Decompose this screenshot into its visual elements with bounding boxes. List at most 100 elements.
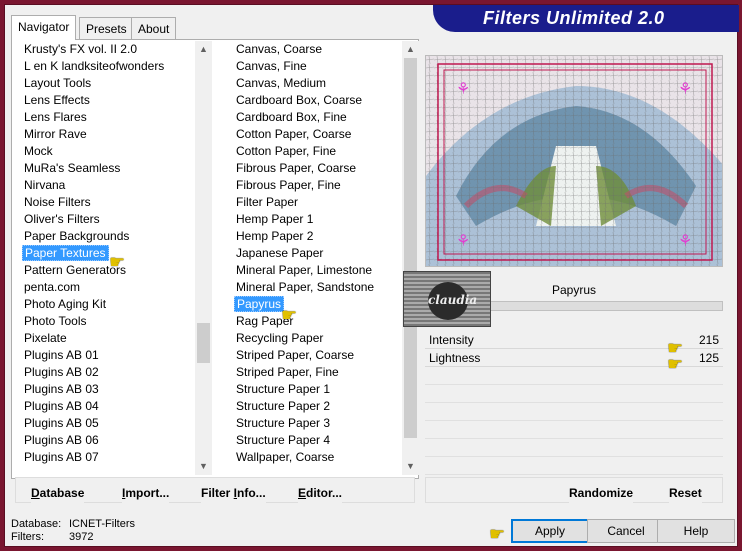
category-list-item[interactable]: Plugins AB 03 — [14, 381, 212, 398]
svg-text:⚘: ⚘ — [456, 233, 470, 250]
help-button[interactable]: Help — [657, 519, 735, 543]
filter-list-item[interactable]: Recycling Paper — [226, 330, 402, 347]
filter-list-item-label: Cotton Paper, Fine — [236, 144, 337, 158]
tab-presets[interactable]: Presets — [79, 17, 134, 39]
category-list-item-label: Paper Textures — [22, 245, 109, 261]
category-list-item[interactable]: penta.com — [14, 279, 212, 296]
category-list-item-label: Layout Tools — [24, 76, 92, 90]
database-value: ICNET-Filters — [69, 518, 135, 530]
filter-list-item[interactable]: Rag Paper — [226, 313, 402, 330]
filter-list-item[interactable]: Japanese Paper — [226, 245, 402, 262]
filter-list-item[interactable]: Striped Paper, Coarse — [226, 347, 402, 364]
filter-list-item[interactable]: Structure Paper 3 — [226, 415, 402, 432]
editor-button[interactable]: Editor... — [298, 483, 343, 503]
pointing-hand-icon: ☛ — [667, 354, 684, 374]
category-list-item[interactable]: Layout Tools — [14, 75, 212, 92]
claudia-logo: claudia — [428, 282, 477, 320]
import-button[interactable]: Import... — [122, 483, 170, 503]
filter-list-item[interactable]: Fibrous Paper, Coarse — [226, 160, 402, 177]
category-list-item[interactable]: Plugins AB 01 — [14, 347, 212, 364]
filter-scroll-thumb[interactable] — [404, 58, 417, 438]
scroll-up-arrow-icon[interactable]: ▲ — [402, 41, 419, 58]
filter-list[interactable]: Canvas, Coarse Canvas, Fine Canvas, Medium… — [226, 41, 402, 475]
category-list-item[interactable]: Mock — [14, 143, 212, 160]
filter-list-item[interactable]: Canvas, Fine — [226, 58, 402, 75]
filter-list-item-label: Structure Paper 1 — [236, 382, 331, 396]
tab-about[interactable]: About — [131, 17, 177, 39]
category-list-item[interactable]: Plugins AB 07 — [14, 449, 212, 466]
param-label: Intensity — [429, 333, 474, 347]
filter-info-button[interactable]: Filter Info... — [201, 483, 266, 503]
scroll-down-arrow-icon[interactable]: ▼ — [195, 458, 212, 475]
database-button[interactable]: Database — [31, 483, 85, 503]
svg-text:⚘: ⚘ — [456, 81, 470, 98]
filter-list-item-label: Cardboard Box, Coarse — [236, 93, 363, 107]
category-list-item-label: penta.com — [24, 280, 81, 294]
randomize-button[interactable]: Randomize — [569, 483, 634, 503]
filter-list-item[interactable]: Structure Paper 4 — [226, 432, 402, 449]
pointing-hand-icon: ☛ — [489, 524, 506, 544]
cancel-button[interactable]: Cancel — [587, 519, 665, 543]
tab-navigator[interactable]: Navigator — [11, 15, 77, 40]
filter-list-item[interactable]: Cotton Paper, Fine — [226, 143, 402, 160]
filter-list-item[interactable]: Canvas, Medium — [226, 75, 402, 92]
filter-list-item[interactable]: Cardboard Box, Fine — [226, 109, 402, 126]
filter-list-item-label: Mineral Paper, Sandstone — [236, 280, 375, 294]
filter-list-item-label: Papyrus — [234, 296, 285, 312]
category-list-item[interactable]: Plugins AB 04 — [14, 398, 212, 415]
category-list-item[interactable]: MuRa's Seamless — [14, 160, 212, 177]
filters-count-label: Filters: — [11, 531, 44, 543]
category-list-item-label: Plugins AB 07 — [24, 450, 99, 464]
apply-button[interactable]: Apply — [511, 519, 589, 543]
category-list-item-label: Mirror Rave — [24, 127, 87, 141]
category-list-item[interactable]: Photo Tools — [14, 313, 212, 330]
category-list-item[interactable]: Mirror Rave — [14, 126, 212, 143]
filter-list-item[interactable]: Structure Paper 2 — [226, 398, 402, 415]
filter-list-item-label: Fibrous Paper, Coarse — [236, 161, 357, 175]
filter-list-item[interactable]: Canvas, Coarse — [226, 41, 402, 58]
filter-list-item[interactable]: Structure Paper 1 — [226, 381, 402, 398]
category-list-item-label: Mock — [24, 144, 53, 158]
filter-list-item[interactable]: Hemp Paper 2 — [226, 228, 402, 245]
category-scrollbar[interactable]: ▲ ▼ — [195, 41, 212, 475]
filter-list-item-label: Structure Paper 4 — [236, 433, 331, 447]
filter-list-item[interactable]: Striped Paper, Fine — [226, 364, 402, 381]
filter-list-item-label: Structure Paper 2 — [236, 399, 331, 413]
filter-list-item[interactable]: Cardboard Box, Coarse — [226, 92, 402, 109]
filter-scrollbar[interactable]: ▲ ▼ — [402, 41, 419, 475]
filter-list-item[interactable]: Fibrous Paper, Fine — [226, 177, 402, 194]
category-list-item[interactable]: Krusty's FX vol. II 2.0 — [14, 41, 212, 58]
filter-list-item[interactable]: Cotton Paper, Coarse — [226, 126, 402, 143]
filter-list-item-label: Fibrous Paper, Fine — [236, 178, 341, 192]
filter-list-item[interactable]: Mineral Paper, Limestone — [226, 262, 402, 279]
category-list-item-label: Plugins AB 01 — [24, 348, 99, 362]
category-list-item[interactable]: Pixelate — [14, 330, 212, 347]
category-list-item[interactable]: Lens Effects — [14, 92, 212, 109]
filter-list-item[interactable]: Mineral Paper, Sandstone — [226, 279, 402, 296]
category-list-item[interactable]: Lens Flares — [14, 109, 212, 126]
scroll-down-arrow-icon[interactable]: ▼ — [402, 458, 419, 475]
editor-button-accel: E — [298, 486, 307, 500]
category-list-item-label: Nirvana — [24, 178, 66, 192]
category-scroll-thumb[interactable] — [197, 323, 210, 363]
reset-button[interactable]: Reset — [669, 483, 702, 503]
param-label: Lightness — [429, 351, 481, 365]
filter-list-item[interactable]: Filter Paper — [226, 194, 402, 211]
category-list-item[interactable]: Plugins AB 06 — [14, 432, 212, 449]
scroll-up-arrow-icon[interactable]: ▲ — [195, 41, 212, 58]
category-list-item-label: Plugins AB 05 — [24, 416, 99, 430]
category-list-item-label: Krusty's FX vol. II 2.0 — [24, 42, 137, 56]
filter-list-item[interactable]: Hemp Paper 1 — [226, 211, 402, 228]
category-list-item[interactable]: Oliver's Filters — [14, 211, 212, 228]
category-list-item[interactable]: Plugins AB 05 — [14, 415, 212, 432]
category-list-item-label: Plugins AB 03 — [24, 382, 99, 396]
category-list-item[interactable]: Photo Aging Kit — [14, 296, 212, 313]
category-list-item[interactable]: Noise Filters — [14, 194, 212, 211]
category-list-item[interactable]: L en K landksiteofwonders — [14, 58, 212, 75]
category-list-item[interactable]: Paper Backgrounds — [14, 228, 212, 245]
filter-list-item[interactable]: Papyrus — [226, 296, 402, 313]
filter-list-item-label: Canvas, Medium — [236, 76, 327, 90]
category-list-item[interactable]: Nirvana — [14, 177, 212, 194]
filter-list-item[interactable]: Wallpaper, Coarse — [226, 449, 402, 466]
category-list-item[interactable]: Plugins AB 02 — [14, 364, 212, 381]
